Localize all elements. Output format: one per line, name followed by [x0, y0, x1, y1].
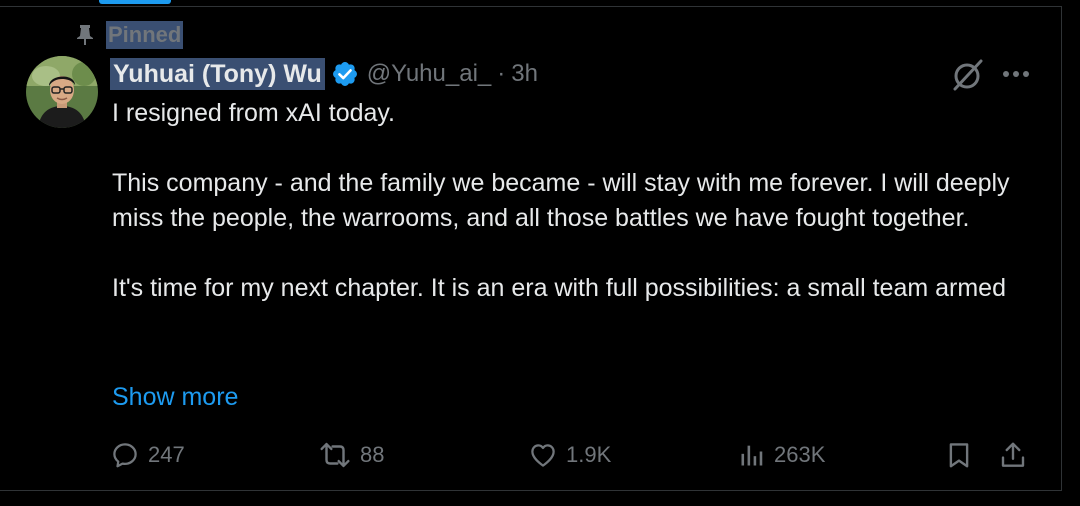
like-button[interactable]: 1.9K — [528, 436, 611, 474]
tweet-text: I resigned from xAI today. This company … — [112, 96, 1052, 306]
pin-icon — [74, 24, 96, 46]
divider-right — [1061, 6, 1062, 490]
like-count: 1.9K — [566, 442, 612, 467]
pinned-indicator: Pinned — [74, 20, 184, 50]
reply-icon — [110, 440, 140, 470]
avatar[interactable] — [26, 56, 98, 128]
author-handle[interactable]: @Yuhu_ai_ — [367, 60, 491, 88]
separator-dot: · — [497, 60, 506, 87]
reply-count: 247 — [148, 442, 185, 467]
reply-button[interactable]: 247 — [110, 436, 185, 474]
tweet-paragraph: I resigned from xAI today. — [112, 99, 395, 127]
share-button[interactable] — [998, 436, 1028, 474]
like-icon — [528, 440, 558, 470]
verified-badge-icon[interactable] — [331, 60, 359, 88]
tweet-paragraph: It's time for my next chapter. It is an … — [112, 274, 1006, 302]
repost-count: 88 — [360, 442, 385, 467]
bookmark-icon — [944, 440, 974, 470]
views-count: 263K — [774, 442, 826, 467]
views-button[interactable]: 263K — [738, 436, 825, 474]
repost-button[interactable]: 88 — [318, 436, 384, 474]
divider-bottom — [0, 490, 1062, 491]
divider-top — [0, 6, 1062, 7]
repost-icon — [318, 440, 352, 470]
tweet-paragraph: This company - and the family we became … — [112, 169, 1010, 232]
active-tab-indicator — [99, 0, 171, 4]
bookmark-button[interactable] — [944, 436, 974, 474]
pinned-label: Pinned — [106, 21, 184, 49]
share-icon — [998, 440, 1028, 470]
author-display-name[interactable]: Yuhuai (Tony) Wu — [110, 58, 325, 90]
views-icon — [738, 440, 766, 470]
more-icon[interactable] — [1000, 62, 1032, 86]
tweet-header: Yuhuai (Tony) Wu @Yuhu_ai_ · 3h — [110, 56, 538, 92]
show-more-link[interactable]: Show more — [112, 380, 238, 415]
timestamp[interactable]: 3h — [511, 60, 538, 88]
grok-icon[interactable] — [950, 58, 986, 92]
